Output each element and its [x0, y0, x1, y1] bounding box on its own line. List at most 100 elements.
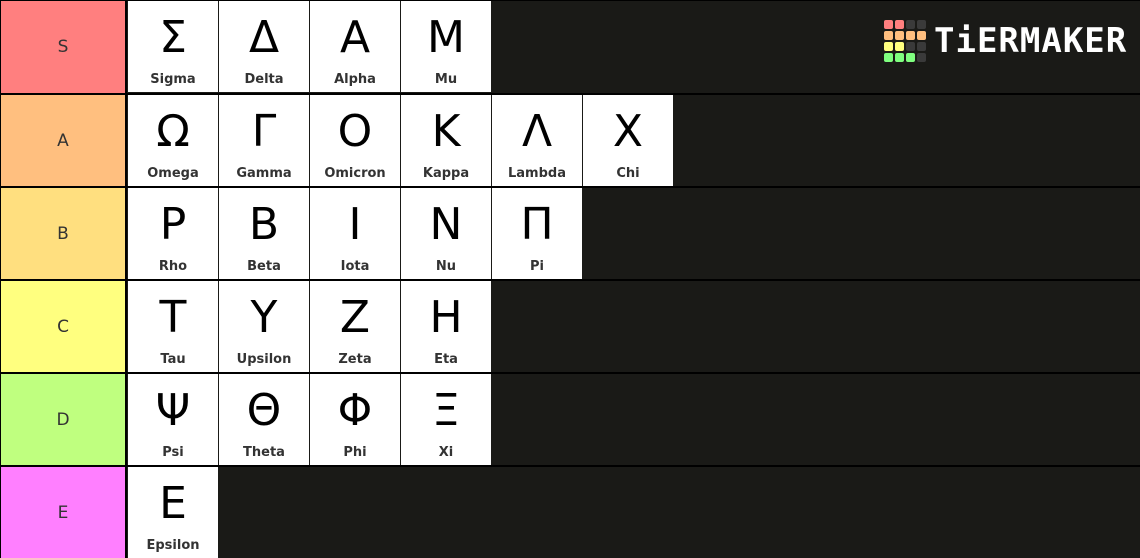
tier-item[interactable]: Φ Phi — [310, 374, 400, 465]
tier-item[interactable]: Σ Sigma — [128, 1, 218, 92]
item-name: Omicron — [324, 166, 386, 181]
logo-square — [895, 53, 904, 62]
item-name: Epsilon — [146, 538, 200, 553]
item-name: Zeta — [338, 352, 372, 367]
tier-label[interactable]: E — [0, 467, 127, 558]
tier-row-e: E Ε Epsilon — [0, 465, 1140, 558]
item-name: Omega — [147, 166, 199, 181]
tier-item[interactable]: Ν Nu — [401, 188, 491, 279]
tier-item[interactable]: Ι Iota — [310, 188, 400, 279]
item-name: Pi — [530, 259, 544, 274]
tier-label[interactable]: D — [0, 374, 127, 465]
item-name: Sigma — [150, 72, 196, 87]
item-name: Lambda — [508, 166, 566, 181]
tier-item[interactable]: Π Pi — [492, 188, 582, 279]
item-name: Theta — [243, 445, 285, 460]
logo-square — [917, 42, 926, 51]
tier-label[interactable]: A — [0, 95, 127, 186]
item-name: Chi — [616, 166, 640, 181]
tier-item[interactable]: Ζ Zeta — [310, 281, 400, 372]
tier-item[interactable]: Κ Kappa — [401, 95, 491, 186]
item-name: Beta — [247, 259, 281, 274]
logo-square — [917, 53, 926, 62]
logo-square — [884, 53, 893, 62]
tier-item[interactable]: Ο Omicron — [310, 95, 400, 186]
logo-square — [895, 42, 904, 51]
tier-row-a: A Ω Omega Γ Gamma Ο Omicron Κ Kappa Λ Lambda Χ Chi — [0, 93, 1140, 186]
tier-row-b: B Ρ Rho Β Beta Ι Iota Ν Nu Π Pi — [0, 186, 1140, 279]
tier-row-c: C Τ Tau Υ Upsilon Ζ Zeta Η Eta — [0, 279, 1140, 372]
item-glyph: Μ — [427, 12, 465, 63]
tier-item[interactable]: Υ Upsilon — [219, 281, 309, 372]
tier-item[interactable]: Τ Tau — [128, 281, 218, 372]
tier-item[interactable]: Ρ Rho — [128, 188, 218, 279]
tier-item[interactable]: Η Eta — [401, 281, 491, 372]
tier-items: Τ Tau Υ Upsilon Ζ Zeta Η Eta — [127, 281, 491, 372]
item-glyph: Χ — [612, 106, 644, 157]
item-glyph: Ι — [348, 199, 362, 250]
item-glyph: Θ — [246, 385, 282, 436]
item-name: Upsilon — [236, 352, 292, 367]
logo-square — [906, 31, 915, 40]
tier-item[interactable]: Β Beta — [219, 188, 309, 279]
tier-items: Ω Omega Γ Gamma Ο Omicron Κ Kappa Λ Lambda Χ Chi — [127, 95, 673, 186]
logo-square — [884, 42, 893, 51]
tier-item[interactable]: Λ Lambda — [492, 95, 582, 186]
item-glyph: Φ — [337, 385, 373, 436]
logo-square — [906, 42, 915, 51]
item-name: Delta — [244, 72, 284, 87]
logo-grid-icon — [884, 20, 926, 62]
item-name: Kappa — [422, 166, 470, 181]
tier-items: Σ Sigma Δ Delta Α Alpha Μ Mu — [127, 1, 491, 93]
item-glyph: Ε — [159, 478, 187, 529]
item-name: Eta — [434, 352, 458, 367]
tier-item[interactable]: Ψ Psi — [128, 374, 218, 465]
logo-square — [895, 20, 904, 29]
item-glyph: Υ — [250, 292, 278, 343]
item-glyph: Ξ — [432, 385, 460, 436]
item-name: Xi — [438, 445, 454, 460]
logo-text: TiERMAKER — [934, 21, 1128, 61]
tier-board: S Σ Sigma Δ Delta Α Alpha Μ Mu A Ω Omega Γ Gamma Ο Omic… — [0, 0, 1140, 558]
logo-square — [895, 31, 904, 40]
tier-item[interactable]: Α Alpha — [310, 1, 400, 92]
tier-item[interactable]: Χ Chi — [583, 95, 673, 186]
item-glyph: Α — [339, 12, 371, 63]
tier-items: Ρ Rho Β Beta Ι Iota Ν Nu Π Pi — [127, 188, 582, 279]
item-name: Mu — [434, 72, 458, 87]
item-glyph: Ν — [429, 199, 463, 250]
item-glyph: Η — [429, 292, 463, 343]
tier-item[interactable]: Γ Gamma — [219, 95, 309, 186]
tier-item[interactable]: Μ Mu — [401, 1, 491, 92]
item-glyph: Ω — [156, 106, 190, 157]
tier-label[interactable]: C — [0, 281, 127, 372]
tier-item[interactable]: Δ Delta — [219, 1, 309, 92]
item-glyph: Ο — [337, 106, 373, 157]
tier-item[interactable]: Θ Theta — [219, 374, 309, 465]
tier-item[interactable]: Ε Epsilon — [128, 467, 218, 558]
item-glyph: Π — [520, 199, 554, 250]
item-name: Psi — [162, 445, 184, 460]
tier-label[interactable]: S — [0, 1, 127, 93]
item-glyph: Γ — [251, 106, 277, 157]
tier-items: Ψ Psi Θ Theta Φ Phi Ξ Xi — [127, 374, 491, 465]
item-name: Nu — [435, 259, 457, 274]
logo-square — [906, 53, 915, 62]
item-glyph: Δ — [248, 12, 280, 63]
item-name: Gamma — [236, 166, 292, 181]
item-glyph: Β — [248, 199, 280, 250]
item-name: Alpha — [334, 72, 376, 87]
item-name: Phi — [343, 445, 367, 460]
logo-square — [906, 20, 915, 29]
tier-item[interactable]: Ω Omega — [128, 95, 218, 186]
tier-label[interactable]: B — [0, 188, 127, 279]
tier-item[interactable]: Ξ Xi — [401, 374, 491, 465]
item-glyph: Κ — [431, 106, 461, 157]
item-glyph: Ζ — [339, 292, 371, 343]
item-name: Rho — [158, 259, 188, 274]
item-name: Tau — [160, 352, 186, 367]
logo-square — [884, 20, 893, 29]
tier-items: Ε Epsilon — [127, 467, 218, 558]
item-glyph: Ψ — [155, 385, 191, 436]
item-glyph: Λ — [521, 106, 553, 157]
